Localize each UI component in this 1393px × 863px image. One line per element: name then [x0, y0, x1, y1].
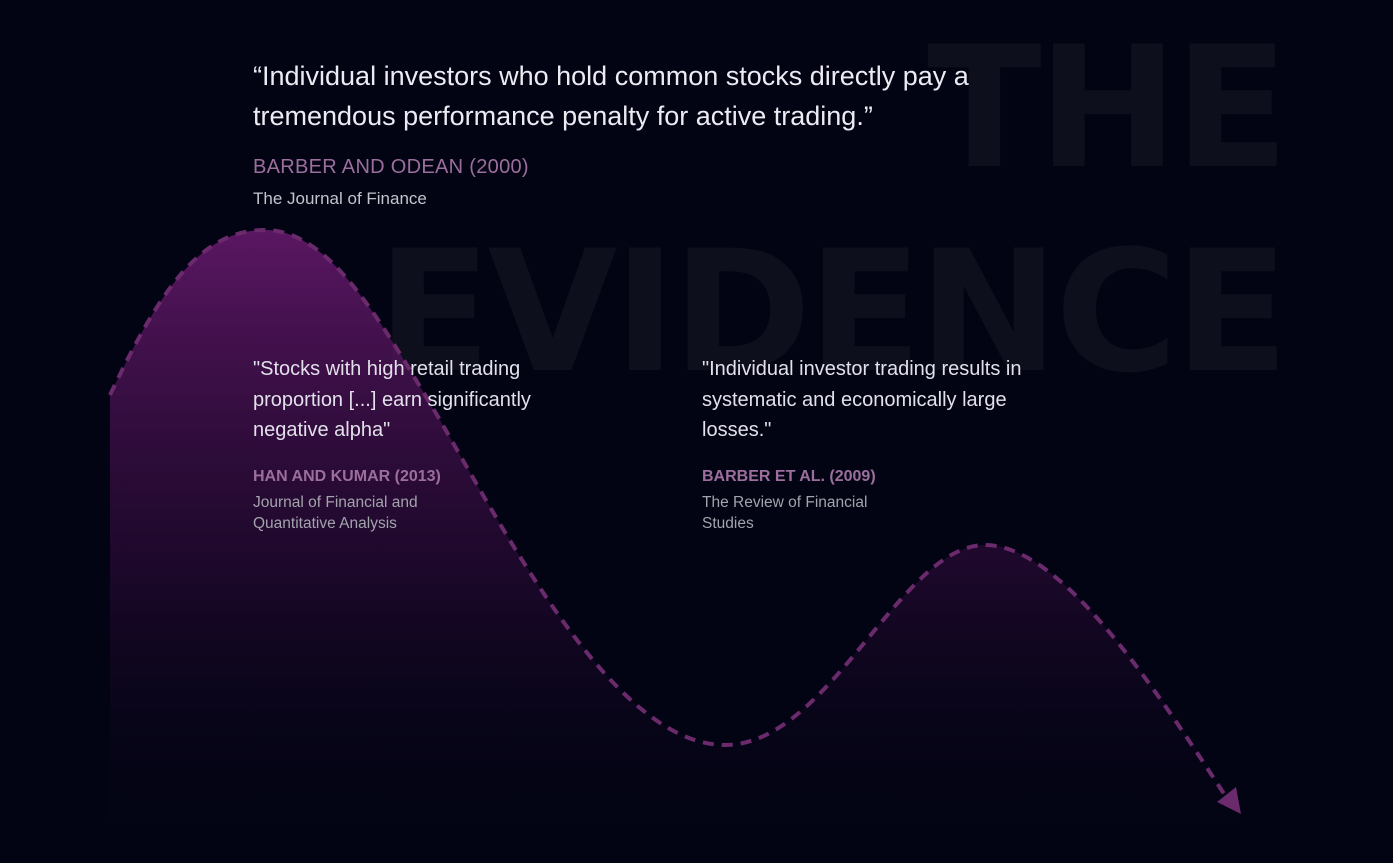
- quote-card-han-kumar: "Stocks with high retail trading proport…: [253, 354, 583, 534]
- main-quote-author: BARBER AND ODEAN (2000): [253, 156, 529, 178]
- curve-area-fill: [110, 230, 1240, 863]
- main-quote: “Individual investors who hold common st…: [253, 61, 969, 131]
- quote-journal: The Review of Financial Studies: [702, 493, 868, 532]
- main-quote-journal: The Journal of Finance: [253, 189, 427, 208]
- quote-author: HAN AND KUMAR (2013): [253, 467, 441, 485]
- quote-journal: Journal of Financial and Quantitative An…: [253, 493, 418, 532]
- quote-author: BARBER ET AL. (2009): [702, 467, 876, 485]
- quote-text: "Stocks with high retail trading proport…: [253, 358, 531, 441]
- quote-card-barber-et-al: "Individual investor trading results in …: [702, 354, 1032, 534]
- quote-text: "Individual investor trading results in …: [702, 358, 1022, 441]
